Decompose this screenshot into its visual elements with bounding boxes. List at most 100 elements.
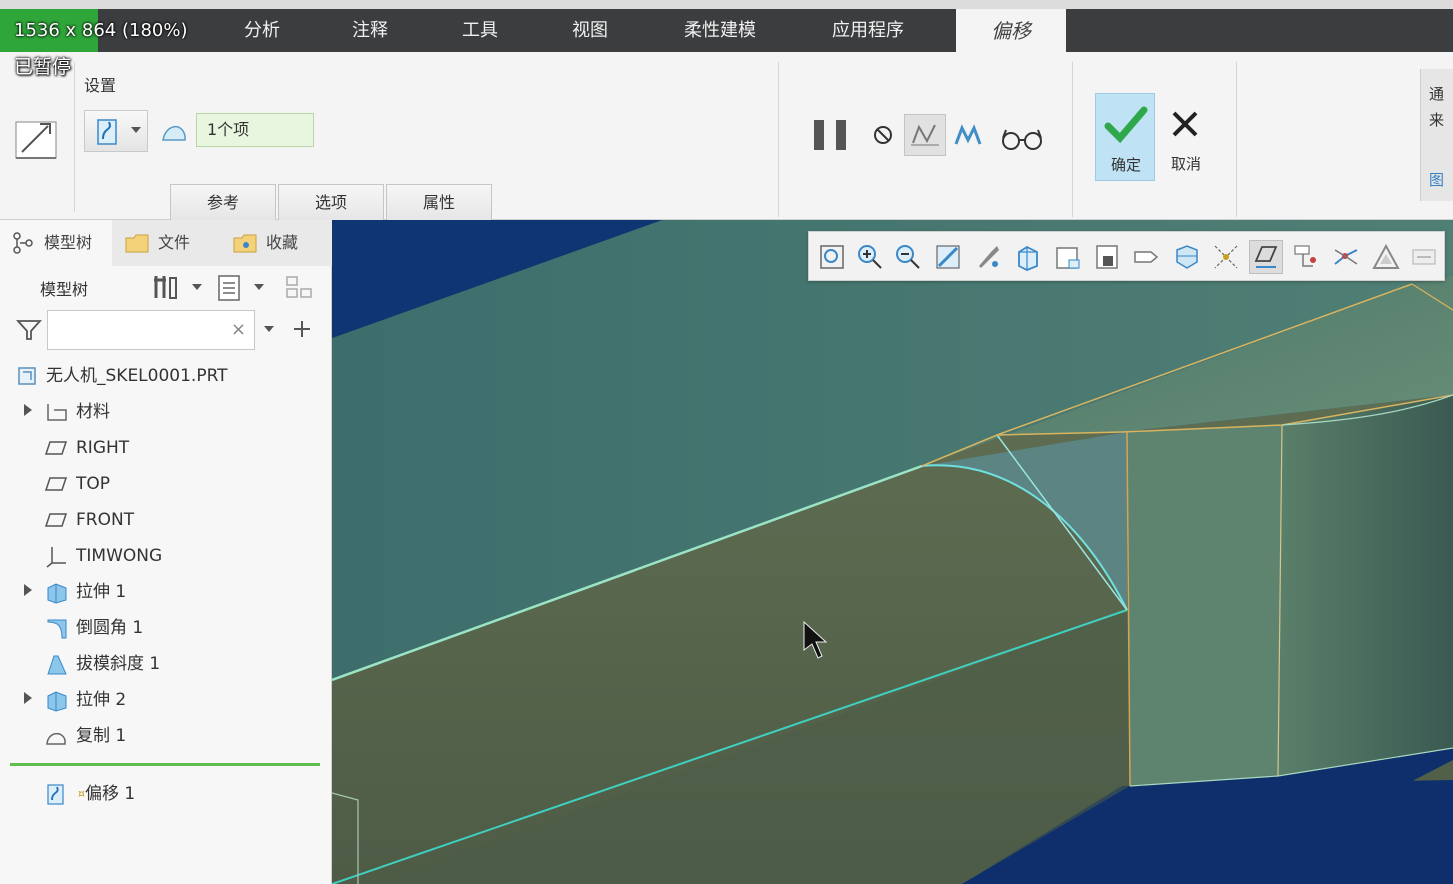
more-display-icon[interactable]: [1409, 242, 1439, 272]
datum-display-filters-icon[interactable]: [1211, 242, 1241, 272]
tree-item-label-text: 偏移 1: [85, 784, 136, 804]
menu-tools[interactable]: 工具: [440, 9, 520, 52]
graphics-viewport[interactable]: [332, 220, 1453, 884]
insert-here-indicator[interactable]: [10, 763, 320, 766]
check-icon: [1104, 106, 1148, 144]
menu-analysis[interactable]: 分析: [222, 9, 302, 52]
offset-type-dropdown[interactable]: [84, 110, 148, 152]
ribbon-separator: [778, 62, 779, 217]
tree-item-top[interactable]: TOP: [0, 466, 332, 502]
tree-item-offset-1[interactable]: ¤偏移 1: [0, 776, 332, 812]
perspective-view-icon[interactable]: [1131, 242, 1161, 272]
annotation-display-icon[interactable]: [1171, 242, 1201, 272]
tree-settings-icon[interactable]: [150, 272, 180, 302]
right-panel-text: 通: [1429, 85, 1445, 103]
right-panel-text: 来: [1429, 111, 1445, 129]
tree-item-label: 拉伸 1: [76, 582, 127, 602]
ribbon-separator: [1072, 62, 1073, 217]
model-tree-filter-icon[interactable]: [1291, 242, 1321, 272]
tree-item-extrude-1[interactable]: 拉伸 1: [0, 574, 332, 610]
verify-icon[interactable]: [952, 122, 984, 150]
selection-highlight-button[interactable]: [1249, 240, 1283, 274]
copy-icon: [46, 732, 66, 745]
section-icon[interactable]: [1331, 242, 1361, 272]
model-geometry: [332, 220, 1453, 884]
menu-applications[interactable]: 应用程序: [818, 9, 918, 52]
tree-item-coordinate-system[interactable]: TIMWONG: [0, 538, 332, 574]
offset-type-icon: [97, 119, 117, 145]
clear-icon[interactable]: ×: [231, 319, 246, 340]
filter-icon[interactable]: [16, 318, 42, 342]
navigator-panel: 模型树 文件 收藏 模型树 × 无人机_SKEL0001.PRT 材料 RIGH…: [0, 220, 332, 884]
display-style-icon[interactable]: [1013, 242, 1043, 272]
tree-item-label: TIMWONG: [76, 546, 163, 566]
right-info-panel: 通 来 图: [1420, 69, 1453, 201]
highlight-icon: [1254, 246, 1278, 268]
recorder-paused-text: 已暂停: [14, 56, 72, 78]
tree-item-label: 材料: [76, 402, 110, 422]
offset-feature-icon: [15, 121, 57, 159]
tree-filter-toggle-icon[interactable]: [284, 274, 314, 302]
material-icon: [47, 404, 67, 421]
tree-item-right[interactable]: RIGHT: [0, 430, 332, 466]
settings-group-label: 设置: [84, 76, 117, 95]
model-tree-heading: 模型树: [40, 280, 89, 299]
menu-view[interactable]: 视图: [550, 9, 630, 52]
extrude-icon: [47, 691, 67, 712]
zoom-in-icon[interactable]: [855, 242, 885, 272]
menubar: 分析 注释 工具 视图 柔性建模 应用程序: [0, 9, 1453, 52]
chevron-down-icon[interactable]: [254, 284, 264, 290]
tree-item-material[interactable]: 材料: [0, 394, 332, 430]
expand-arrow-icon[interactable]: [24, 692, 32, 704]
recorder-size-text: 1536 x 864 (180%): [14, 20, 188, 41]
tree-item-part[interactable]: 无人机_SKEL0001.PRT: [0, 358, 332, 394]
preview-toggle-button[interactable]: [904, 114, 946, 156]
no-preview-icon[interactable]: [872, 124, 894, 146]
triangle-display-icon[interactable]: [1371, 242, 1401, 272]
chevron-down-icon[interactable]: [192, 284, 202, 290]
expand-arrow-icon[interactable]: [24, 404, 32, 416]
tab-folder-browser[interactable]: 文件: [116, 220, 216, 266]
tab-model-tree-label: 模型树: [44, 233, 93, 252]
tree-item-label: 拔模斜度 1: [76, 654, 161, 674]
graphics-toolbar: [808, 231, 1445, 281]
expand-arrow-icon[interactable]: [24, 584, 32, 596]
menu-annotate[interactable]: 注释: [330, 9, 410, 52]
tab-favorites[interactable]: 收藏: [226, 220, 326, 266]
chevron-down-icon: [131, 127, 141, 133]
saved-orientations-icon[interactable]: [1053, 242, 1083, 272]
show-list-icon[interactable]: [216, 274, 242, 302]
cancel-label: 取消: [1170, 155, 1201, 173]
zoom-out-icon[interactable]: [893, 242, 923, 272]
add-icon[interactable]: [291, 318, 313, 340]
cancel-button[interactable]: 取消: [1158, 93, 1214, 181]
tree-item-extrude-2[interactable]: 拉伸 2: [0, 682, 332, 718]
tab-references[interactable]: 参考: [170, 184, 276, 220]
right-panel-link[interactable]: 图: [1429, 169, 1444, 190]
ok-button[interactable]: 确定: [1095, 93, 1155, 181]
tree-search-input[interactable]: ×: [47, 310, 255, 350]
ribbon: 设置 1个项 参考 选项 属性: [0, 52, 1453, 220]
menu-flexible-modeling[interactable]: 柔性建模: [670, 9, 770, 52]
surface-select-icon[interactable]: [160, 118, 188, 144]
tree-item-front[interactable]: FRONT: [0, 502, 332, 538]
tree-item-draft-1[interactable]: 拔模斜度 1: [0, 646, 332, 682]
tab-options[interactable]: 选项: [278, 184, 384, 220]
tab-model-tree[interactable]: 模型树: [0, 220, 112, 266]
folder-icon: [125, 234, 149, 253]
chevron-down-icon[interactable]: [264, 326, 274, 332]
glasses-icon[interactable]: [1000, 126, 1044, 152]
offset-icon: [47, 784, 64, 805]
round-icon: [47, 619, 67, 639]
tab-properties[interactable]: 属性: [386, 184, 492, 220]
reference-collector-field[interactable]: 1个项: [196, 113, 314, 147]
spin-center-icon[interactable]: [973, 242, 1003, 272]
app-window: 分析 注释 工具 视图 柔性建模 应用程序 偏移 1536 x 864 (180…: [0, 0, 1453, 884]
refit-icon[interactable]: [817, 242, 847, 272]
view-manager-icon[interactable]: [1093, 242, 1123, 272]
tree-item-copy-1[interactable]: 复制 1: [0, 718, 332, 754]
tree-item-round-1[interactable]: 倒圆角 1: [0, 610, 332, 646]
repaint-icon[interactable]: [933, 242, 963, 272]
pause-icon[interactable]: [812, 118, 850, 152]
menu-offset-active[interactable]: 偏移: [956, 9, 1066, 53]
